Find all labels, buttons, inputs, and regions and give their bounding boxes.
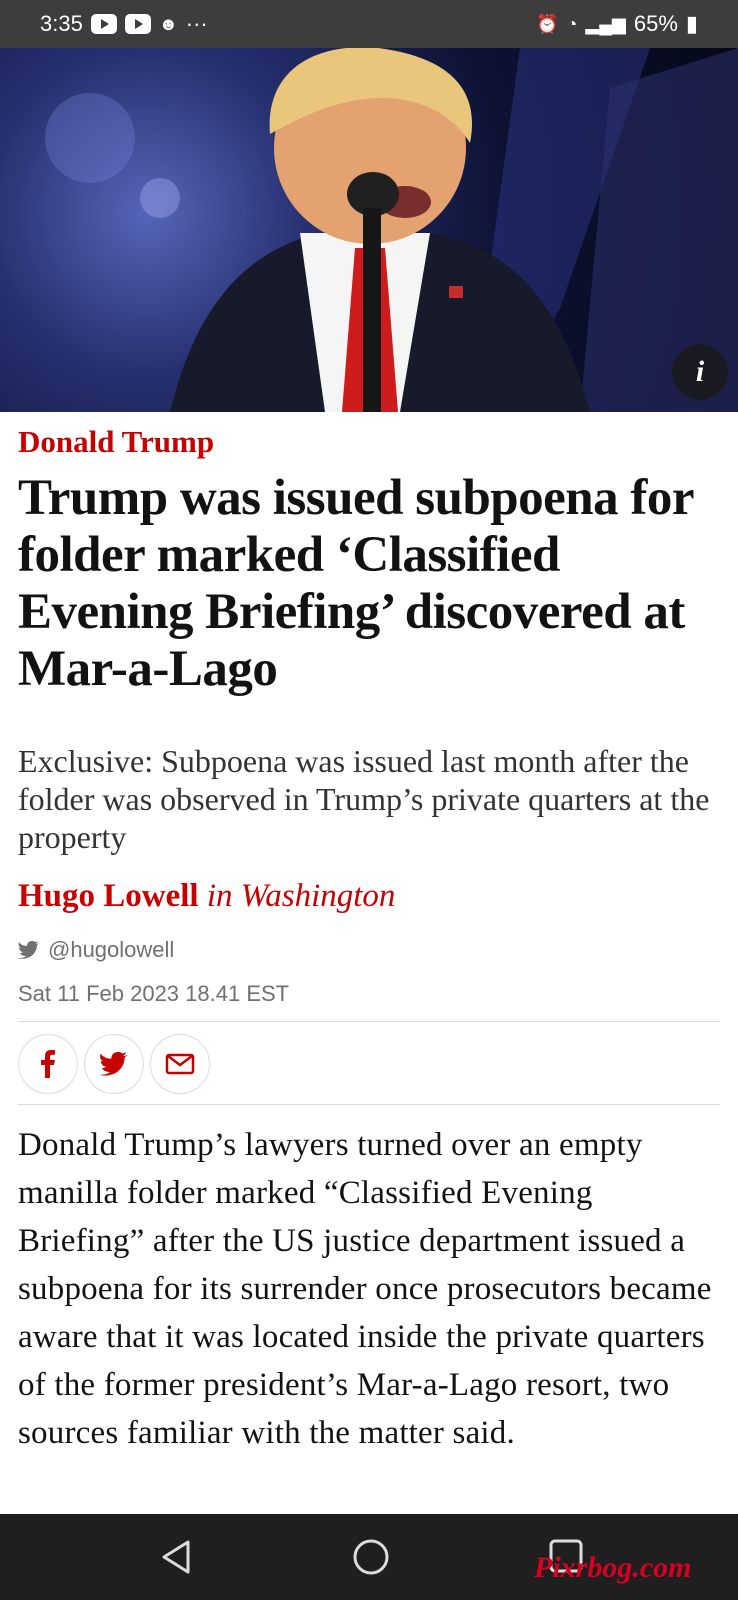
reddit-icon: ☻ <box>158 13 178 34</box>
article-body: Donald Trump’s lawyers turned over an em… <box>18 1127 712 1451</box>
publication-date: Sat 11 Feb 2023 18.41 EST <box>18 981 290 1006</box>
twitter-handle-text: @hugolowell <box>48 937 175 962</box>
alarm-icon: ⏰ <box>536 13 559 34</box>
watermark-text: Pixrbog.com <box>534 1551 692 1584</box>
facebook-share-button[interactable] <box>18 1034 78 1094</box>
byline: Hugo Lowell in Washington <box>18 878 720 915</box>
twitter-handle[interactable]: @hugolowell <box>18 937 720 963</box>
back-button[interactable] <box>158 1538 194 1581</box>
status-bar: 3:35 ☻ ··· ⏰ ◔ ▂▄▆ 65% ▮ <box>0 0 738 48</box>
back-icon <box>162 1540 190 1574</box>
twitter-icon <box>18 941 39 959</box>
home-icon <box>353 1539 389 1575</box>
status-more: ··· <box>185 11 208 36</box>
youtube-icon <box>90 14 117 34</box>
divider-bottom <box>18 1104 720 1105</box>
battery-level: 65% <box>633 11 678 36</box>
speaker-photo <box>45 48 738 412</box>
home-button[interactable] <box>352 1538 390 1581</box>
email-share-button[interactable] <box>150 1034 210 1094</box>
twitter-share-button[interactable] <box>84 1034 144 1094</box>
facebook-icon <box>41 1050 55 1078</box>
twitter-icon <box>99 1052 128 1076</box>
status-time: 3:35 <box>40 11 83 36</box>
image-info-button[interactable]: i <box>672 344 728 400</box>
author-link[interactable]: Hugo Lowell <box>18 878 199 914</box>
signal-icon: ▂▄▆ <box>585 13 626 34</box>
share-buttons <box>18 1022 720 1104</box>
email-icon <box>165 1053 195 1075</box>
youtube-icon <box>124 14 151 34</box>
wifi-icon: ◔ <box>566 13 578 34</box>
article-content: Donald Trump Trump was issued subpoena f… <box>18 418 720 1457</box>
article-headline: Trump was issued subpoena for folder mar… <box>18 470 694 697</box>
hero-image: i <box>0 48 738 412</box>
section-kicker[interactable]: Donald Trump <box>18 424 720 460</box>
battery-icon: ▮ <box>685 11 698 36</box>
dateline-location: in Washington <box>206 878 396 914</box>
article-standfirst: Exclusive: Subpoena was issued last mont… <box>18 743 710 855</box>
